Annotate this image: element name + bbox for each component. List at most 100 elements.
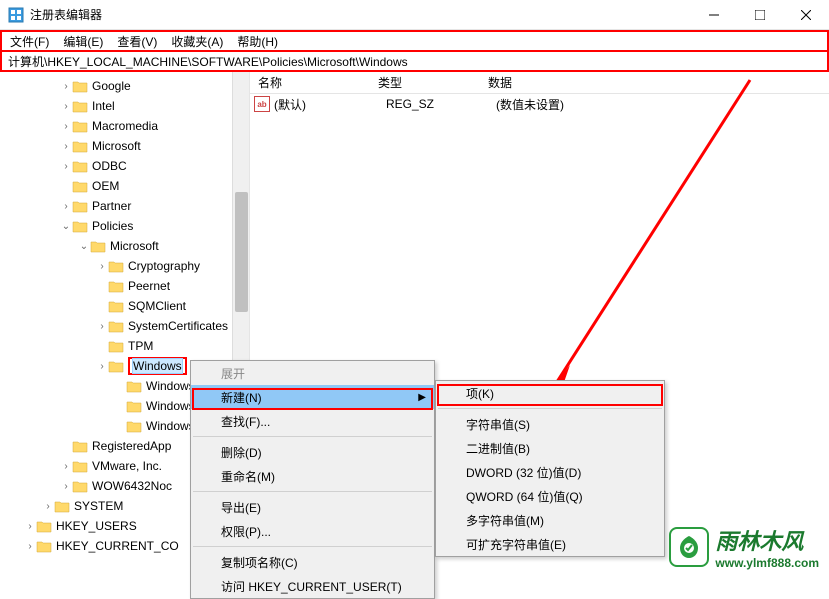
sub-multi[interactable]: 多字符串值(M) — [436, 508, 664, 532]
tree-item[interactable]: Intel — [0, 96, 249, 116]
sub-qword[interactable]: QWORD (64 位)值(Q) — [436, 484, 664, 508]
column-name[interactable]: 名称 — [250, 74, 370, 91]
tree-caret-icon[interactable] — [78, 241, 90, 252]
tree-caret-icon[interactable] — [60, 81, 72, 92]
tree-label: Windows — [146, 379, 195, 393]
folder-icon — [108, 359, 124, 373]
column-data[interactable]: 数据 — [480, 74, 829, 91]
column-type[interactable]: 类型 — [370, 74, 480, 91]
folder-icon — [72, 99, 88, 113]
tree-caret-icon[interactable] — [60, 221, 72, 232]
folder-icon — [54, 499, 70, 513]
tree-item[interactable]: TPM — [0, 336, 249, 356]
minimize-button[interactable] — [691, 0, 737, 30]
tree-item[interactable]: Partner — [0, 196, 249, 216]
separator — [193, 546, 432, 547]
watermark-url: www.ylmf888.com — [715, 556, 819, 570]
folder-icon — [72, 459, 88, 473]
ctx-export[interactable]: 导出(E) — [191, 495, 434, 519]
folder-icon — [72, 179, 88, 193]
folder-icon — [108, 339, 124, 353]
ctx-expand[interactable]: 展开 — [191, 361, 434, 385]
watermark: 雨林木风 www.ylmf888.com — [669, 524, 819, 570]
menu-help[interactable]: 帮助(H) — [237, 33, 278, 50]
ctx-find[interactable]: 查找(F)... — [191, 409, 434, 433]
sub-binary[interactable]: 二进制值(B) — [436, 436, 664, 460]
tree-label: Microsoft — [92, 139, 141, 153]
tree-label: Partner — [92, 199, 131, 213]
tree-label: Windows — [146, 419, 195, 433]
tree-label: ODBC — [92, 159, 127, 173]
value-row[interactable]: ab (默认) REG_SZ (数值未设置) — [250, 94, 829, 114]
sub-string[interactable]: 字符串值(S) — [436, 412, 664, 436]
folder-icon — [126, 399, 142, 413]
context-menu: 展开 新建(N)▶ 查找(F)... 删除(D) 重命名(M) 导出(E) 权限… — [190, 360, 435, 599]
tree-label: SQMClient — [128, 299, 186, 313]
window-title: 注册表编辑器 — [30, 6, 691, 23]
tree-caret-icon[interactable] — [60, 101, 72, 112]
folder-icon — [72, 199, 88, 213]
folder-icon — [72, 139, 88, 153]
window-controls — [691, 0, 829, 30]
tree-caret-icon[interactable] — [96, 321, 108, 332]
tree-item[interactable]: Macromedia — [0, 116, 249, 136]
tree-caret-icon[interactable] — [60, 481, 72, 492]
folder-icon — [36, 519, 52, 533]
folder-icon — [72, 119, 88, 133]
tree-caret-icon[interactable] — [60, 121, 72, 132]
ctx-new[interactable]: 新建(N)▶ — [191, 385, 434, 409]
tree-label: Microsoft — [110, 239, 159, 253]
ctx-permissions[interactable]: 权限(P)... — [191, 519, 434, 543]
tree-item[interactable]: Microsoft — [0, 236, 249, 256]
tree-label: RegisteredApp — [92, 439, 171, 453]
tree-label: Cryptography — [128, 259, 200, 273]
tree-item[interactable]: ODBC — [0, 156, 249, 176]
sub-dword[interactable]: DWORD (32 位)值(D) — [436, 460, 664, 484]
sub-key[interactable]: 项(K) — [436, 381, 664, 405]
folder-icon — [126, 419, 142, 433]
tree-caret-icon[interactable] — [96, 261, 108, 272]
tree-caret-icon[interactable] — [60, 161, 72, 172]
separator — [438, 408, 662, 409]
tree-caret-icon[interactable] — [60, 201, 72, 212]
watermark-icon — [669, 527, 709, 567]
tree-caret-icon[interactable] — [24, 541, 36, 552]
tree-caret-icon[interactable] — [60, 461, 72, 472]
ctx-rename[interactable]: 重命名(M) — [191, 464, 434, 488]
tree-caret-icon[interactable] — [96, 361, 108, 372]
tree-item[interactable]: OEM — [0, 176, 249, 196]
ctx-delete[interactable]: 删除(D) — [191, 440, 434, 464]
tree-label: WOW6432Noc — [92, 479, 172, 493]
regedit-icon — [8, 7, 24, 23]
tree-item[interactable]: Microsoft — [0, 136, 249, 156]
menu-edit[interactable]: 编辑(E) — [63, 33, 103, 50]
reg-string-icon: ab — [254, 96, 270, 112]
menu-file[interactable]: 文件(F) — [10, 33, 49, 50]
folder-icon — [72, 79, 88, 93]
ctx-goto[interactable]: 访问 HKEY_CURRENT_USER(T) — [191, 574, 434, 598]
menu-favorites[interactable]: 收藏夹(A) — [171, 33, 223, 50]
tree-item[interactable]: Google — [0, 76, 249, 96]
titlebar: 注册表编辑器 — [0, 0, 829, 30]
tree-item[interactable]: Cryptography — [0, 256, 249, 276]
tree-caret-icon[interactable] — [42, 501, 54, 512]
tree-item[interactable]: SystemCertificates — [0, 316, 249, 336]
tree-caret-icon[interactable] — [24, 521, 36, 532]
address-bar[interactable]: 计算机\HKEY_LOCAL_MACHINE\SOFTWARE\Policies… — [0, 50, 829, 72]
close-button[interactable] — [783, 0, 829, 30]
watermark-title: 雨林木风 — [715, 524, 819, 556]
tree-caret-icon[interactable] — [60, 141, 72, 152]
sub-expand[interactable]: 可扩充字符串值(E) — [436, 532, 664, 556]
tree-label: Intel — [92, 99, 115, 113]
ctx-copy-key[interactable]: 复制项名称(C) — [191, 550, 434, 574]
tree-label: Windows — [132, 358, 183, 374]
tree-item[interactable]: Peernet — [0, 276, 249, 296]
folder-icon — [72, 219, 88, 233]
tree-item[interactable]: Policies — [0, 216, 249, 236]
value-name: (默认) — [274, 96, 386, 113]
new-submenu: 项(K) 字符串值(S) 二进制值(B) DWORD (32 位)值(D) QW… — [435, 380, 665, 557]
maximize-button[interactable] — [737, 0, 783, 30]
menu-view[interactable]: 查看(V) — [117, 33, 157, 50]
address-path: 计算机\HKEY_LOCAL_MACHINE\SOFTWARE\Policies… — [8, 53, 408, 70]
tree-item[interactable]: SQMClient — [0, 296, 249, 316]
